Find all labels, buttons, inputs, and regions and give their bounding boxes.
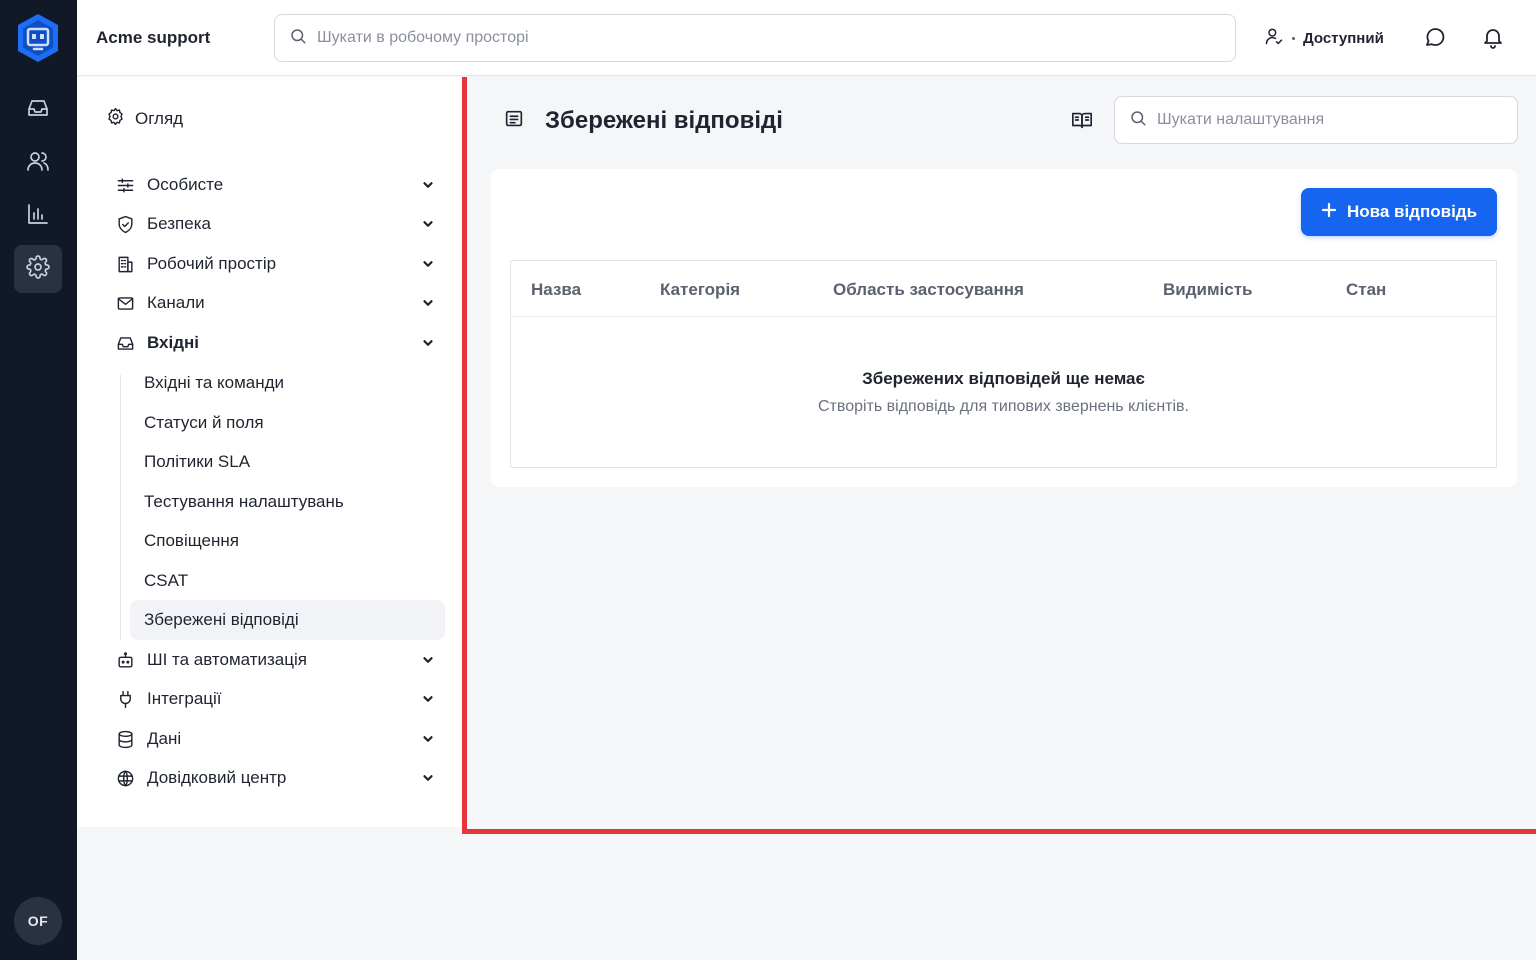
inbox-icon [26, 96, 50, 125]
new-reply-button[interactable]: Нова відповідь [1301, 188, 1497, 236]
workspace-search[interactable] [274, 14, 1236, 62]
column-header-name[interactable]: Назва [531, 280, 581, 300]
chevron-down-icon [421, 691, 437, 707]
chevron-down-icon [421, 731, 437, 747]
chevron-down-icon [421, 335, 437, 351]
chat-bubble-icon [1423, 28, 1447, 53]
settings-search-input[interactable] [1157, 111, 1507, 129]
rail-reports-button[interactable] [14, 192, 62, 240]
workspace-search-input[interactable] [317, 29, 1169, 47]
nav-item-integrations[interactable]: Інтеграції [115, 684, 437, 714]
chevron-down-icon [421, 295, 437, 311]
availability-status[interactable]: Доступний [1264, 26, 1384, 50]
nav-item-help-center[interactable]: Довідковий центр [115, 763, 437, 793]
chevron-down-icon [421, 256, 437, 272]
user-avatar[interactable]: OF [14, 897, 62, 945]
table-header-row: Назва Категорія Область застосування Вид… [511, 261, 1496, 317]
column-header-state[interactable]: Стан [1346, 280, 1386, 300]
subitem-csat[interactable]: CSAT [130, 561, 445, 601]
saved-replies-panel: Збережені відповіді Нова відповідь Назва… [462, 77, 1536, 834]
nav-item-inbox[interactable]: Вхідні [115, 328, 437, 358]
search-icon [1129, 109, 1147, 132]
nav-item-personal[interactable]: Особисте [115, 170, 437, 200]
column-header-scope[interactable]: Область застосування [833, 280, 1024, 300]
workspace-name[interactable]: Acme support [96, 28, 210, 48]
submenu-divider [120, 375, 121, 640]
nav-item-label: Робочий простір [147, 254, 277, 273]
reports-icon [26, 202, 50, 231]
nav-item-channels[interactable]: Канали [115, 288, 437, 318]
user-status-icon [1264, 26, 1284, 50]
chevron-down-icon [421, 216, 437, 232]
subitem-notifications[interactable]: Сповіщення [130, 521, 445, 561]
nav-overview[interactable]: Огляд [106, 107, 183, 131]
nav-item-security[interactable]: Безпека [115, 209, 437, 239]
nav-overview-label: Огляд [135, 109, 184, 128]
shield-icon [115, 214, 135, 234]
subitem-inboxes-teams[interactable]: Вхідні та команди [130, 363, 445, 403]
settings-search[interactable] [1114, 96, 1518, 144]
settings-icon [26, 254, 50, 284]
nav-item-label: Дані [147, 729, 182, 748]
settings-nav: Огляд Особисте Безпека Робочий простір К… [77, 77, 461, 827]
top-bar: Acme support Доступний [77, 0, 1536, 76]
chevron-down-icon [421, 177, 437, 193]
saved-replies-card: Нова відповідь Назва Категорія Область з… [491, 169, 1517, 487]
database-icon [115, 729, 135, 749]
saved-reply-icon [503, 108, 525, 135]
nav-item-label: Довідковий центр [147, 768, 287, 787]
robot-icon [115, 650, 135, 670]
nav-item-ai-automation[interactable]: ШІ та автоматизація [115, 645, 437, 675]
column-header-category[interactable]: Категорія [660, 280, 740, 300]
empty-state-subtitle: Створіть відповідь для типових звернень … [818, 398, 1189, 415]
nav-item-label: Інтеграції [147, 689, 222, 708]
rail-inbox-button[interactable] [14, 86, 62, 134]
chevron-down-icon [421, 652, 437, 668]
gear-icon [106, 107, 125, 131]
saved-replies-table: Назва Категорія Область застосування Вид… [510, 260, 1497, 468]
plug-icon [115, 689, 135, 709]
empty-state-title: Збережених відповідей ще немає [862, 369, 1145, 388]
bell-icon [1481, 29, 1505, 53]
docs-button[interactable] [1071, 109, 1093, 136]
chat-button[interactable] [1423, 25, 1449, 51]
rail-contacts-button[interactable] [14, 139, 62, 187]
globe-icon [115, 768, 135, 788]
nav-item-label: ШІ та автоматизація [147, 650, 307, 669]
column-header-visibility[interactable]: Видимість [1163, 280, 1253, 300]
subitem-saved-replies[interactable]: Збережені відповіді [130, 600, 445, 640]
nav-item-label: Безпека [147, 214, 211, 233]
book-open-icon [1071, 112, 1093, 135]
sliders-icon [115, 175, 135, 195]
nav-item-label: Вхідні [147, 333, 200, 352]
page-title: Збережені відповіді [545, 107, 783, 134]
subitem-settings-testing[interactable]: Тестування налаштувань [130, 482, 445, 522]
nav-item-workspace[interactable]: Робочий простір [115, 249, 437, 279]
page-header: Збережені відповіді [503, 107, 783, 135]
new-reply-label: Нова відповідь [1346, 202, 1478, 221]
plus-icon [1321, 202, 1337, 223]
nav-item-label: Канали [147, 293, 205, 312]
app-logo-icon[interactable] [14, 12, 62, 64]
notifications-button[interactable] [1481, 25, 1507, 51]
nav-item-data[interactable]: Дані [115, 724, 437, 754]
inbox-icon [115, 333, 135, 353]
building-icon [115, 254, 135, 274]
app-rail: OF [0, 0, 77, 960]
status-label: Доступний [1303, 29, 1384, 47]
status-separator [1292, 36, 1295, 40]
subitem-statuses-fields[interactable]: Статуси й поля [130, 403, 445, 443]
mail-icon [115, 293, 135, 313]
rail-settings-button[interactable] [14, 245, 62, 293]
search-icon [289, 27, 307, 50]
nav-item-label: Особисте [147, 175, 224, 194]
contacts-icon [26, 149, 50, 178]
chevron-down-icon [421, 770, 437, 786]
subitem-sla-policies[interactable]: Політики SLA [130, 442, 445, 482]
